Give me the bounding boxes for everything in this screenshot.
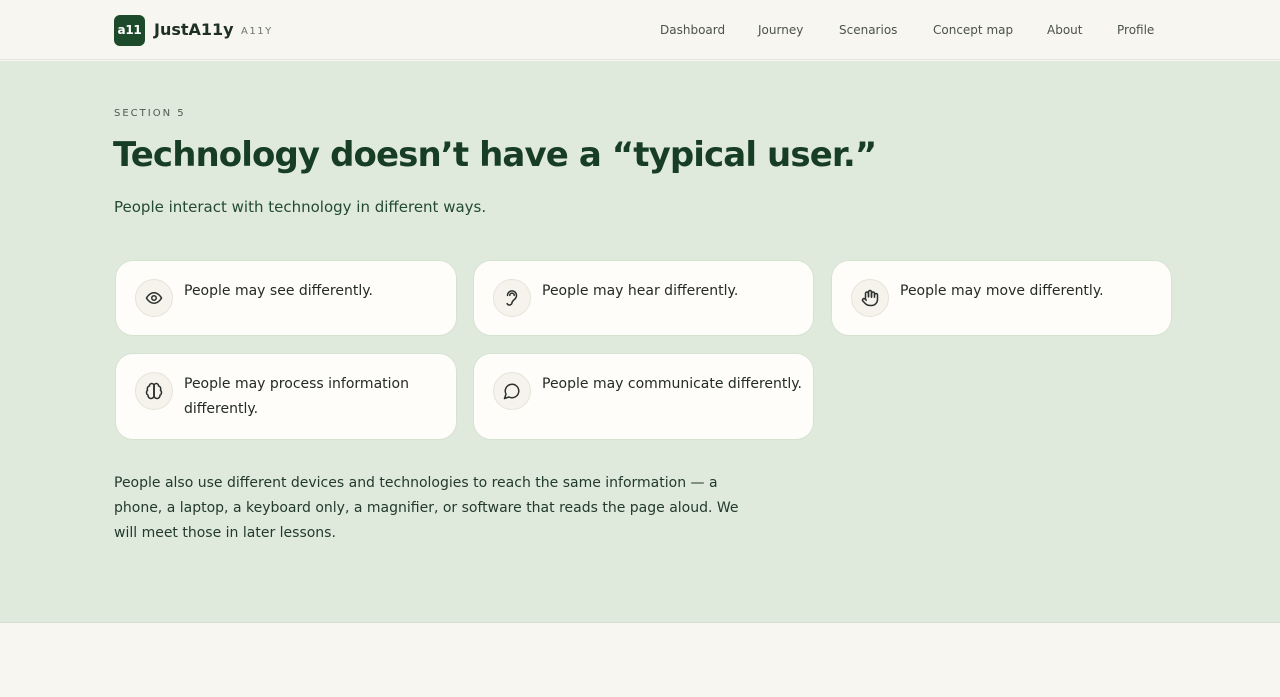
- card-communicate: People may communicate differently.: [473, 353, 814, 440]
- eye-icon: [135, 279, 173, 317]
- card-process: People may process information different…: [115, 353, 457, 440]
- brand-tag: A11Y: [241, 26, 273, 37]
- card-text: People may process information different…: [184, 376, 409, 417]
- section-note: People also use different devices and te…: [114, 475, 739, 541]
- nav-link-dashboard[interactable]: Dashboard: [660, 22, 725, 38]
- ear-icon: [493, 279, 531, 317]
- card-text: People may hear differently.: [542, 283, 739, 299]
- nav-link-profile[interactable]: Profile: [1117, 22, 1154, 38]
- nav-link-concept-map[interactable]: Concept map: [933, 22, 1013, 38]
- card-text: People may move differently.: [900, 283, 1104, 299]
- section-eyebrow: SECTION 5: [114, 108, 186, 119]
- hand-icon: [851, 279, 889, 317]
- card-text: People may communicate differently.: [542, 376, 803, 392]
- nav-link-journey[interactable]: Journey: [758, 22, 803, 38]
- page-title: Technology doesn’t have a “typical user.…: [113, 135, 877, 175]
- section-subtitle: People interact with technology in diffe…: [114, 198, 487, 216]
- card-text: People may see differently.: [184, 283, 373, 299]
- brand-name[interactable]: JustA11y: [154, 19, 234, 41]
- card-move: People may move differently.: [831, 260, 1172, 336]
- section-panel: SECTION 5 Technology doesn’t have a “typ…: [0, 61, 1280, 623]
- nav-link-scenarios[interactable]: Scenarios: [839, 22, 897, 38]
- nav-link-about[interactable]: About: [1047, 22, 1082, 38]
- top-navigation-bar: a11 JustA11y A11Y Dashboard Journey Scen…: [0, 0, 1280, 60]
- card-see: People may see differently.: [115, 260, 457, 336]
- logo-mark[interactable]: a11: [114, 15, 145, 46]
- speech-bubble-icon: [493, 372, 531, 410]
- brain-icon: [135, 372, 173, 410]
- card-hear: People may hear differently.: [473, 260, 814, 336]
